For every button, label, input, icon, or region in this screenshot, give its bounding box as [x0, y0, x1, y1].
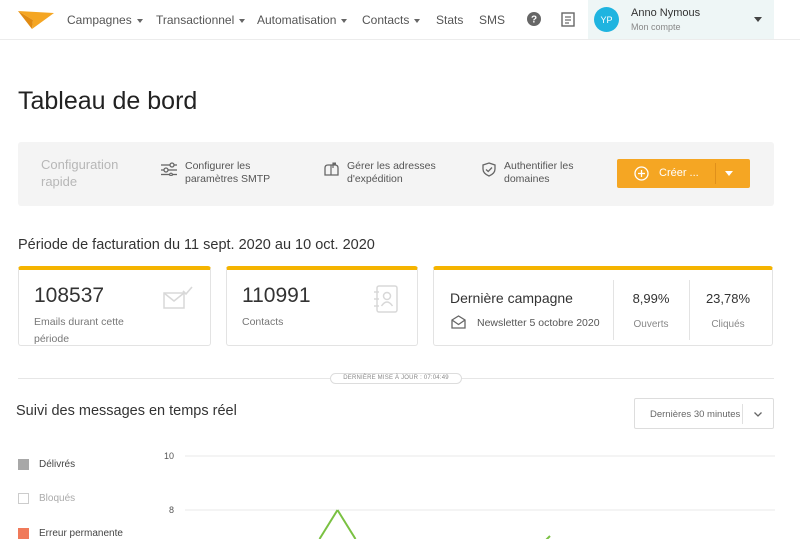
- time-range-select[interactable]: Dernières 30 minutes: [634, 398, 774, 429]
- emails-count: 108537: [34, 284, 105, 307]
- legend-delivered-label: Délivrés: [39, 459, 76, 470]
- page-title: Tableau de bord: [18, 87, 198, 115]
- billing-period-title: Période de facturation du 11 sept. 2020 …: [18, 237, 375, 253]
- contacts-count: 110991: [242, 284, 311, 307]
- last-campaign-name[interactable]: Newsletter 5 octobre 2020: [477, 317, 600, 329]
- chevron-down-icon: [754, 17, 762, 22]
- nav-transactionnel[interactable]: Transactionnel: [156, 13, 246, 27]
- configure-smtp-label: Configurer les paramètres SMTP: [185, 160, 271, 185]
- svg-text:?: ?: [531, 15, 537, 26]
- nav-contacts[interactable]: Contacts: [362, 13, 421, 27]
- divider: [613, 280, 614, 340]
- last-campaign-card[interactable]: Dernière campagne Newsletter 5 octobre 2…: [433, 266, 773, 346]
- nav-contacts-label: Contacts: [362, 13, 410, 27]
- authenticate-domains-link[interactable]: Authentifier les domaines: [482, 160, 604, 186]
- legend-swatch: [18, 493, 29, 504]
- nav-campagnes[interactable]: Campagnes: [67, 13, 143, 27]
- last-campaign-title: Dernière campagne: [450, 290, 573, 306]
- quick-config-label: Configuration rapide: [41, 157, 119, 189]
- series-line: [336, 509, 357, 539]
- contact-book-icon: [374, 285, 398, 313]
- y-tick-label: 8: [169, 505, 174, 515]
- select-divider: [742, 404, 743, 424]
- configure-smtp-link[interactable]: Configurer les paramètres SMTP: [161, 160, 285, 186]
- last-update-badge: DERNIÈRE MISE À JOUR : 07:04:49: [330, 373, 462, 384]
- time-range-value: Dernières 30 minutes: [650, 409, 741, 420]
- clicked-label: Cliqués: [711, 319, 745, 330]
- create-button-label: Créer ...: [659, 167, 699, 179]
- clicked-rate: 23,78%: [705, 291, 751, 306]
- opened-rate: 8,99%: [632, 291, 670, 306]
- plus-circle-icon: [634, 166, 649, 181]
- y-tick-label: 10: [164, 451, 174, 461]
- manage-senders-label: Gérer les adresses d'expédition: [347, 160, 436, 185]
- realtime-title: Suivi des messages en temps réel: [16, 403, 237, 419]
- nav-automatisation[interactable]: Automatisation: [257, 13, 348, 27]
- contacts-card: 110991 Contacts: [226, 266, 418, 346]
- legend-swatch: [18, 528, 29, 539]
- chevron-down-icon: [239, 18, 246, 23]
- logo-icon[interactable]: [18, 9, 54, 31]
- top-navigation-bar: Campagnes Transactionnel Automatisation …: [0, 0, 800, 40]
- legend-delivered[interactable]: Délivrés: [18, 459, 75, 470]
- chevron-down-icon[interactable]: [725, 171, 733, 176]
- account-name: Anno Nymous: [631, 7, 701, 19]
- opened-label: Ouverts: [633, 319, 669, 330]
- nav-sms-label: SMS: [479, 13, 506, 27]
- chevron-down-icon: [754, 412, 762, 417]
- divider: [689, 280, 690, 340]
- create-button-divider: [715, 163, 716, 184]
- shield-check-icon: [482, 162, 496, 177]
- quick-config-bar: Configuration rapide Configurer les para…: [18, 142, 774, 206]
- emails-label: Emails durant cette période: [34, 316, 124, 345]
- series-line: [318, 509, 339, 539]
- chevron-down-icon: [136, 18, 143, 23]
- emails-card: 108537 Emails durant cette période: [18, 266, 211, 346]
- create-button[interactable]: Créer ...: [617, 159, 750, 188]
- legend-permanent-error-label: Erreur permanente: [39, 528, 123, 539]
- envelope-check-icon: [163, 286, 193, 309]
- nav-stats-label: Stats: [436, 13, 464, 27]
- chevron-down-icon: [341, 18, 348, 23]
- document-icon[interactable]: [561, 12, 575, 27]
- avatar: YP: [594, 7, 619, 32]
- legend-blocked[interactable]: Bloqués: [18, 493, 75, 504]
- legend-permanent-error[interactable]: Erreur permanente: [18, 528, 123, 539]
- nav-sms[interactable]: SMS: [479, 13, 505, 27]
- authenticate-domains-label: Authentifier les domaines: [504, 160, 574, 185]
- manage-senders-link[interactable]: Gérer les adresses d'expédition: [324, 160, 447, 186]
- help-circle-icon[interactable]: ?: [527, 12, 541, 26]
- chevron-down-icon: [414, 18, 421, 23]
- sliders-icon: [161, 162, 177, 176]
- account-subtitle: Mon compte: [631, 22, 681, 32]
- legend-blocked-label: Bloqués: [39, 493, 76, 504]
- account-menu[interactable]: YP Anno Nymous Mon compte: [588, 0, 774, 39]
- mailbox-icon: [324, 162, 339, 176]
- envelope-open-icon: [451, 315, 466, 329]
- realtime-chart: 10 8: [164, 451, 775, 539]
- nav-campagnes-label: Campagnes: [67, 13, 132, 27]
- nav-transactionnel-label: Transactionnel: [156, 13, 235, 27]
- nav-stats[interactable]: Stats: [436, 13, 463, 27]
- nav-automatisation-label: Automatisation: [257, 13, 337, 27]
- legend-swatch: [18, 459, 29, 470]
- contacts-label: Contacts: [242, 316, 284, 328]
